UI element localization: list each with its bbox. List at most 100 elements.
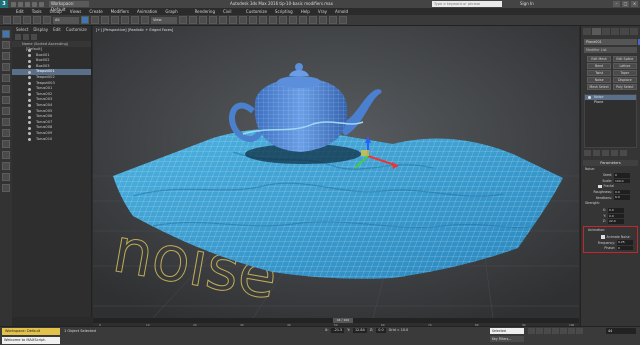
helpers-filter-icon[interactable] xyxy=(2,107,10,115)
current-frame-field[interactable]: 44 xyxy=(606,328,636,334)
mirror-icon[interactable] xyxy=(249,16,257,24)
layer-manager-icon[interactable] xyxy=(269,16,277,24)
motion-tab-icon[interactable] xyxy=(610,28,620,35)
lights-filter-icon[interactable] xyxy=(2,85,10,93)
utilities-tab-icon[interactable] xyxy=(629,28,638,35)
material-editor-icon[interactable] xyxy=(309,16,317,24)
link-icon[interactable] xyxy=(23,16,31,24)
scene-tab-select[interactable]: Select xyxy=(16,28,28,32)
cameras-filter-icon[interactable] xyxy=(2,96,10,104)
undo-tool-icon[interactable] xyxy=(3,16,11,24)
schematic-view-icon[interactable] xyxy=(299,16,307,24)
menu-views[interactable]: Views xyxy=(66,8,86,15)
percent-snap-icon[interactable] xyxy=(219,16,227,24)
fractal-checkbox[interactable] xyxy=(598,184,602,189)
redo-tool-icon[interactable] xyxy=(13,16,21,24)
parameters-rollout-header[interactable]: Parameters xyxy=(583,159,638,166)
rendered-frame-icon[interactable] xyxy=(329,16,337,24)
eye-icon[interactable] xyxy=(588,95,591,99)
play-icon[interactable] xyxy=(544,328,551,334)
menu-help[interactable]: Help xyxy=(297,8,314,15)
z-coord-field[interactable]: 0.0 xyxy=(376,328,386,333)
bind-spacewarp-icon[interactable] xyxy=(43,16,51,24)
list-item[interactable]: Torus010 xyxy=(12,137,91,143)
x-strength-spinner[interactable]: 0.0 xyxy=(608,208,624,213)
menu-customize[interactable]: Customize xyxy=(242,8,271,15)
noise-button[interactable]: Noise xyxy=(587,77,612,83)
edit-mesh-button[interactable]: Edit Mesh xyxy=(587,56,612,62)
select-object-icon[interactable] xyxy=(81,16,89,24)
groups-filter-icon[interactable] xyxy=(2,129,10,137)
named-selection-icon[interactable] xyxy=(239,16,247,24)
curve-editor-icon[interactable] xyxy=(289,16,297,24)
menu-group[interactable]: Group xyxy=(46,8,66,15)
find-icon[interactable] xyxy=(23,34,29,40)
set-key-dropdown[interactable]: Selected xyxy=(490,328,524,334)
display-all-icon[interactable] xyxy=(2,52,10,60)
taper-button[interactable]: Taper xyxy=(612,70,637,76)
make-unique-icon[interactable] xyxy=(602,149,609,156)
bend-button[interactable]: Bend xyxy=(587,63,612,69)
select-by-name-icon[interactable] xyxy=(91,16,99,24)
roughness-spinner[interactable]: 0.0 xyxy=(614,189,630,195)
workspace-dropdown[interactable]: Workspace: Default xyxy=(49,1,89,12)
status-workspace-dropdown[interactable]: Workspace: Default xyxy=(2,328,60,335)
angle-snap-icon[interactable] xyxy=(209,16,217,24)
configure-sets-icon[interactable] xyxy=(620,149,627,156)
new-icon[interactable] xyxy=(11,1,16,7)
sort-icon[interactable] xyxy=(31,34,37,40)
menu-create[interactable]: Create xyxy=(85,8,106,15)
display-tab-icon[interactable] xyxy=(620,28,629,35)
scale-spinner[interactable]: 100.0 xyxy=(614,178,630,184)
scene-tab-display[interactable]: Display xyxy=(33,28,48,32)
bones-filter-icon[interactable] xyxy=(2,151,10,159)
window-crossing-icon[interactable] xyxy=(111,16,119,24)
shapes-filter-icon[interactable] xyxy=(2,74,10,82)
twist-button[interactable]: Twist xyxy=(587,70,612,76)
minimize-icon[interactable]: – xyxy=(613,1,620,7)
open-icon[interactable] xyxy=(18,1,23,7)
x-coord-field[interactable]: -21.5 xyxy=(331,328,345,333)
y-strength-spinner[interactable]: 0.0 xyxy=(608,213,624,219)
z-strength-spinner[interactable]: 22.0 xyxy=(608,219,624,224)
poly-select-button[interactable]: Poly Select xyxy=(612,84,637,90)
edit-spline-button[interactable]: Edit Spline xyxy=(612,56,637,62)
align-icon[interactable] xyxy=(259,16,267,24)
frequency-spinner[interactable]: 0.25 xyxy=(617,240,633,245)
phase-spinner[interactable]: 0 xyxy=(617,245,633,251)
menu-tools[interactable]: Tools xyxy=(28,8,46,15)
render-icon[interactable] xyxy=(339,16,347,24)
perspective-viewport[interactable]: noise [+] [Perspective] [Realistic + Edg… xyxy=(93,26,579,318)
selection-filter-dropdown[interactable]: All xyxy=(53,16,79,24)
lattice-button[interactable]: Lattice xyxy=(612,63,637,69)
menu-edit[interactable]: Edit xyxy=(12,8,28,15)
iterations-spinner[interactable]: 6.0 xyxy=(614,195,630,200)
keyboard-shortcut-icon[interactable] xyxy=(189,16,197,24)
remove-modifier-icon[interactable] xyxy=(611,149,618,156)
close-icon[interactable]: × xyxy=(631,1,638,7)
spacewarps-filter-icon[interactable] xyxy=(2,118,10,126)
modify-tab-icon[interactable] xyxy=(592,28,601,35)
redo-icon[interactable] xyxy=(39,1,44,7)
unlink-icon[interactable] xyxy=(33,16,41,24)
save-icon[interactable] xyxy=(25,1,30,7)
sign-in-link[interactable]: Sign In xyxy=(520,0,534,8)
goto-end-icon[interactable] xyxy=(560,328,567,334)
pivot-icon[interactable] xyxy=(179,16,187,24)
ribbon-toggle-icon[interactable] xyxy=(279,16,287,24)
maxscript-listener[interactable]: Welcome to MAXScript. xyxy=(2,337,60,344)
viewport-label[interactable]: [+] [Perspective] [Realistic + Edged Fac… xyxy=(96,28,173,32)
render-setup-icon[interactable] xyxy=(319,16,327,24)
pin-stack-icon[interactable] xyxy=(584,149,591,156)
object-name-field[interactable]: Plane001 xyxy=(584,39,640,45)
menu-rendering[interactable]: Rendering xyxy=(191,8,219,15)
geometry-filter-icon[interactable] xyxy=(2,63,10,71)
y-coord-field[interactable]: 12.84 xyxy=(353,328,367,333)
key-mode-icon[interactable] xyxy=(568,328,575,334)
rotate-icon[interactable] xyxy=(131,16,139,24)
mesh-select-button[interactable]: Mesh Select xyxy=(587,84,612,90)
xrefs-filter-icon[interactable] xyxy=(2,140,10,148)
time-config-icon[interactable] xyxy=(576,328,583,334)
seed-spinner[interactable]: 0 xyxy=(614,173,630,178)
hidden-filter-icon[interactable] xyxy=(2,184,10,192)
